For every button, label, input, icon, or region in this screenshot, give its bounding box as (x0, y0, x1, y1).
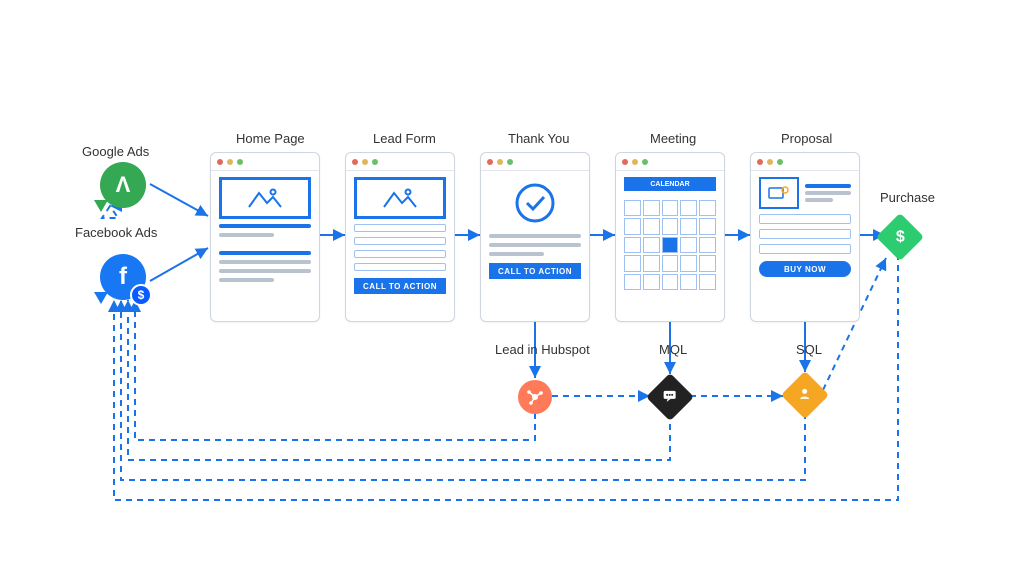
payment-icon (768, 185, 790, 201)
sql-diamond (781, 371, 829, 419)
calendar-header: CALENDAR (624, 177, 716, 191)
checkmark-circle-icon (513, 181, 557, 225)
proposal-title: Proposal (781, 131, 832, 146)
google-ads-label: Google Ads (82, 144, 149, 159)
thank-you-cta: CALL TO ACTION (489, 263, 581, 279)
home-page-card (210, 152, 320, 322)
person-icon (798, 387, 812, 404)
meeting-title: Meeting (650, 131, 696, 146)
lead-form-title: Lead Form (373, 131, 436, 146)
calendar-grid (624, 200, 716, 290)
purchase-diamond: $ (876, 213, 924, 261)
dollar-icon: $ (896, 228, 905, 246)
sql-label: SQL (796, 342, 822, 357)
lead-form-cta: CALL TO ACTION (354, 278, 446, 294)
home-page-title: Home Page (236, 131, 305, 146)
meeting-card: CALENDAR (615, 152, 725, 322)
purchase-label: Purchase (880, 190, 935, 205)
google-ads-icon: Λ (100, 162, 146, 208)
facebook-ads-icon: f $ (100, 254, 146, 300)
image-placeholder-icon (219, 177, 311, 219)
chat-icon (662, 388, 678, 407)
image-placeholder-icon (354, 177, 446, 219)
diagram-stage: Google Ads Λ Facebook Ads f $ Home Page … (0, 0, 1020, 572)
hubspot-icon (518, 380, 552, 414)
thank-you-title: Thank You (508, 131, 569, 146)
proposal-cta: BUY NOW (759, 261, 851, 277)
dollar-badge-icon: $ (130, 284, 152, 306)
thank-you-card: CALL TO ACTION (480, 152, 590, 322)
lead-in-hubspot-label: Lead in Hubspot (495, 342, 590, 357)
lead-form-card: CALL TO ACTION (345, 152, 455, 322)
proposal-card: BUY NOW (750, 152, 860, 322)
facebook-ads-label: Facebook Ads (75, 225, 157, 240)
mql-diamond (646, 373, 694, 421)
mql-label: MQL (659, 342, 687, 357)
